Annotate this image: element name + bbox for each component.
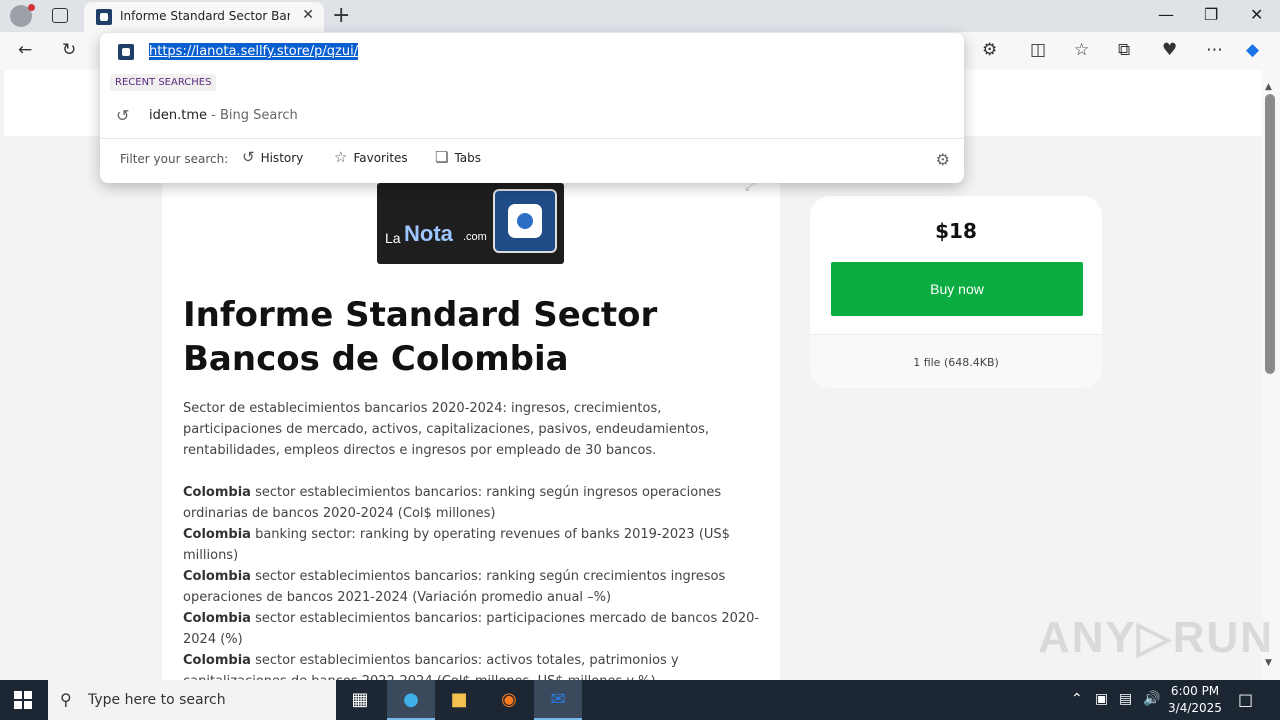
close-window-icon[interactable]: ✕	[1250, 5, 1263, 24]
system-clock[interactable]: 6:00 PM 3/4/2025	[1165, 683, 1225, 717]
list-item: Colombia banking sector: ranking by oper…	[183, 527, 730, 563]
split-screen-icon[interactable]: ◫	[1030, 40, 1046, 60]
address-input[interactable]: https://lanota.sellfy.store/p/qzui/	[149, 43, 359, 60]
edge-browser-icon[interactable]: ●	[387, 680, 435, 720]
lanota-logo: La Nota .com	[377, 183, 564, 264]
list-item: Colombia sector establecimientos bancari…	[183, 569, 726, 605]
volume-icon[interactable]: 🔊	[1143, 691, 1160, 707]
list-item: Colombia sector establecimientos bancari…	[183, 611, 760, 647]
recent-search-source: - Bing Search	[207, 108, 298, 123]
filter-history-button[interactable]: ↺ History	[242, 148, 303, 170]
restore-icon[interactable]: ❐	[1204, 5, 1218, 24]
scroll-thumb[interactable]	[1265, 94, 1275, 374]
star-icon: ☆	[334, 148, 348, 166]
taskbar-search-placeholder: Type here to search	[88, 692, 226, 708]
minimize-icon[interactable]: —	[1158, 5, 1174, 24]
logo-la-text: La	[385, 230, 401, 246]
copilot-icon[interactable]: ◆	[1246, 40, 1259, 60]
tab-actions-icon[interactable]	[52, 8, 68, 23]
logo-com-text: .com	[463, 231, 487, 243]
address-bar-dropdown: https://lanota.sellfy.store/p/qzui/ RECE…	[100, 33, 964, 183]
tab-close-icon[interactable]: ✕	[302, 7, 314, 23]
history-icon: ↺	[116, 106, 130, 125]
recent-search-query: iden.tme	[149, 108, 207, 123]
tab-favicon-icon	[96, 9, 112, 25]
firefox-icon[interactable]: ◉	[485, 680, 533, 720]
browser-essentials-icon[interactable]: ♥	[1162, 40, 1177, 60]
page-scrollbar[interactable]: ▲ ▼	[1262, 70, 1280, 680]
extensions-icon[interactable]: ⚙	[982, 40, 997, 60]
filter-tabs-button[interactable]: ❏ Tabs	[435, 148, 481, 170]
feature-list: Colombia sector establecimientos bancari…	[183, 482, 768, 680]
search-icon: ⚲	[60, 690, 72, 709]
anyrun-watermark: ANY▷RUN	[1038, 613, 1275, 662]
filter-label: Filter your search:	[120, 152, 229, 166]
favorites-star-icon[interactable]: ☆	[1074, 40, 1089, 60]
recent-search-item[interactable]: ↺ iden.tme - Bing Search	[100, 101, 964, 131]
taskbar-search-box[interactable]: ⚲ Type here to search	[48, 680, 336, 720]
network-icon[interactable]: ▤	[1119, 691, 1132, 707]
product-card: La Nota .com ⤢ Informe Standard Sector B…	[162, 168, 780, 680]
settings-gear-icon[interactable]: ⚙	[936, 150, 950, 169]
title-bar: Informe Standard Sector Bancos ✕ + — ❐ ✕	[0, 0, 1280, 32]
file-info: 1 file (648.4KB)	[913, 356, 999, 369]
purchase-card: $18 Buy now 1 file (648.4KB)	[810, 196, 1102, 388]
profile-status-dot	[28, 4, 35, 11]
clock-date: 3/4/2025	[1168, 701, 1222, 715]
dropdown-divider	[100, 138, 964, 139]
history-icon: ↺	[242, 148, 255, 166]
purchase-card-footer: 1 file (648.4KB)	[810, 334, 1102, 388]
tab-title: Informe Standard Sector Bancos	[120, 9, 290, 23]
tabs-icon: ❏	[435, 148, 449, 166]
clock-time: 6:00 PM	[1170, 684, 1220, 698]
refresh-icon[interactable]: ↻	[62, 40, 76, 60]
collections-icon[interactable]: ⧉	[1118, 40, 1130, 60]
tray-device-icon[interactable]: ▣	[1095, 691, 1108, 707]
list-item: Colombia sector establecimientos bancari…	[183, 485, 722, 521]
outlook-icon[interactable]: ✉	[534, 680, 582, 720]
logo-nota-text: Nota	[404, 221, 453, 246]
windows-start-icon[interactable]	[14, 691, 32, 709]
scroll-up-icon[interactable]: ▲	[1265, 82, 1272, 92]
notifications-icon[interactable]: □	[1238, 690, 1253, 709]
task-view-icon[interactable]: ▦	[336, 680, 384, 720]
more-menu-icon[interactable]: ⋯	[1206, 40, 1223, 60]
tray-chevron-icon[interactable]: ⌃	[1071, 691, 1083, 707]
filter-favorites-button[interactable]: ☆ Favorites	[334, 148, 408, 170]
logo-camera-icon	[493, 189, 557, 253]
product-price: $18	[935, 219, 977, 243]
back-arrow-icon[interactable]: ←	[18, 40, 32, 60]
new-tab-icon[interactable]: +	[332, 3, 350, 28]
windows-taskbar: ⚲ Type here to search ▦ ● ■ ◉ ✉ ⌃ ▣ ▤ 🔊 …	[0, 680, 1280, 720]
file-explorer-icon[interactable]: ■	[435, 680, 483, 720]
buy-now-button[interactable]: Buy now	[831, 262, 1083, 316]
product-description: Sector de establecimientos bancarios 202…	[183, 401, 710, 458]
site-favicon-icon	[118, 44, 134, 60]
browser-tab-active[interactable]: Informe Standard Sector Bancos ✕	[84, 2, 324, 32]
recent-searches-label: RECENT SEARCHES	[110, 74, 217, 91]
product-title: Informe Standard Sector Bancos de Colomb…	[183, 295, 658, 379]
list-item: Colombia sector establecimientos bancari…	[183, 653, 679, 680]
